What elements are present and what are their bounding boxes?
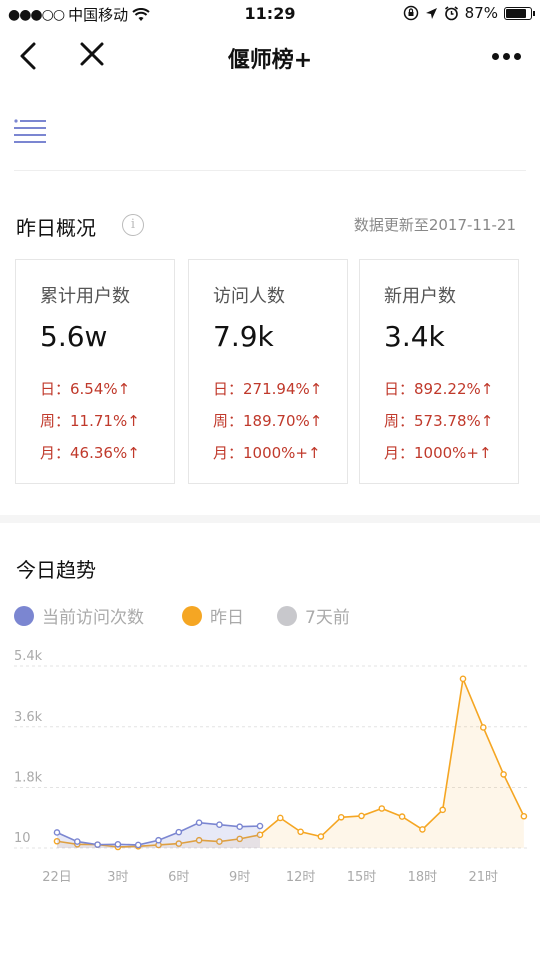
- section-gap: [0, 515, 540, 523]
- card-stat-week: 周：573.78%↑: [384, 412, 494, 430]
- data-point: [134, 841, 142, 849]
- nav-bar: 偃师榜+: [0, 28, 540, 84]
- card-stat-month: 月：46.36%↑: [40, 444, 140, 462]
- card-stat-month: 月：1000%+↑: [384, 444, 492, 462]
- legend-item-7days-ago[interactable]: 7天前: [277, 603, 350, 628]
- data-point: [337, 813, 345, 821]
- legend-label: 7天前: [305, 608, 350, 628]
- legend-dot-icon: [182, 605, 202, 626]
- more-dot-icon: [491, 52, 499, 60]
- stat-card-new-users[interactable]: 新用户数 3.4k 日：892.22%↑ 周：573.78%↑ 月：1000%+…: [359, 259, 519, 484]
- location-arrow-icon: [425, 7, 437, 19]
- menu-list-icon[interactable]: [14, 118, 46, 144]
- status-bar: ●●●○○ 中国移动 11:29 87%: [0, 0, 540, 28]
- card-value: 7.9k: [213, 320, 274, 353]
- update-date: 数据更新至2017-11-21: [353, 216, 516, 234]
- x-tick-label: 9时: [229, 870, 250, 885]
- battery-fill: [506, 8, 526, 18]
- data-point: [236, 823, 243, 831]
- data-point: [317, 833, 325, 840]
- data-point: [500, 771, 507, 778]
- data-point: [520, 812, 528, 820]
- y-tick-label: 3.6k: [14, 710, 43, 725]
- battery-percent: 87%: [464, 4, 498, 22]
- data-point: [53, 829, 61, 836]
- stat-card-total-users[interactable]: 累计用户数 5.6w 日：6.54%↑ 周：11.71%↑ 月：46.36%↑: [15, 259, 175, 484]
- stat-card-visitors[interactable]: 访问人数 7.9k 日：271.94%↑ 周：189.70%↑ 月：1000%+…: [188, 259, 348, 484]
- legend-item-current[interactable]: 当前访问次数: [14, 603, 144, 628]
- overview-title: 昨日概况: [16, 216, 96, 240]
- card-stat-day: 日：6.54%↑: [40, 380, 131, 398]
- more-dot-icon: [513, 52, 521, 60]
- data-point: [195, 819, 203, 826]
- card-label: 访问人数: [213, 286, 285, 307]
- x-tick-label: 21时: [469, 870, 499, 885]
- legend-dot-icon: [277, 605, 297, 626]
- data-point: [398, 813, 406, 820]
- data-point: [256, 822, 264, 830]
- card-stat-week: 周：189.70%↑: [213, 412, 323, 430]
- x-tick-label: 12时: [286, 870, 316, 885]
- more-menu-button[interactable]: [486, 42, 526, 70]
- data-point: [419, 826, 426, 833]
- data-point: [114, 840, 122, 848]
- card-value: 3.4k: [384, 320, 445, 353]
- legend-dot-icon: [14, 605, 34, 626]
- data-point: [439, 806, 447, 814]
- data-point: [378, 805, 386, 812]
- legend-label: 当前访问次数: [42, 608, 144, 628]
- card-label: 新用户数: [384, 286, 456, 307]
- data-point: [479, 724, 487, 731]
- y-tick-label: 10: [14, 831, 31, 846]
- data-point: [358, 812, 365, 820]
- card-value: 5.6w: [40, 320, 108, 353]
- x-tick-label: 6时: [168, 870, 189, 885]
- series-area: [57, 678, 524, 848]
- data-point: [155, 836, 162, 844]
- card-stat-month: 月：1000%+↑: [213, 444, 321, 462]
- x-tick-label: 15时: [347, 870, 377, 885]
- data-point: [74, 838, 81, 845]
- status-right: 87%: [403, 4, 535, 22]
- card-label: 累计用户数: [40, 286, 130, 307]
- page-title: 偃师榜+: [227, 48, 313, 73]
- y-tick-label: 5.4k: [14, 649, 43, 664]
- data-point: [297, 828, 304, 836]
- data-point: [459, 675, 467, 683]
- rotation-lock-icon: [403, 5, 418, 21]
- data-point: [175, 828, 183, 836]
- legend-label: 昨日: [210, 608, 244, 628]
- data-point: [216, 821, 223, 829]
- battery-icon: [504, 6, 535, 20]
- trend-chart: 5.4k 3.6k 1.8k 10 22日 3时 6时 9时 12时 15时 18时 21时: [14, 649, 528, 885]
- legend-item-yesterday[interactable]: 昨日: [182, 603, 244, 628]
- more-dot-icon: [502, 52, 510, 60]
- x-tick-label: 3时: [107, 870, 128, 885]
- card-stat-day: 日：892.22%↑: [384, 380, 494, 398]
- data-point: [94, 841, 101, 848]
- alarm-icon: [444, 5, 458, 20]
- x-tick-label: 22日: [42, 870, 72, 885]
- x-tick-label: 18时: [408, 870, 438, 885]
- y-tick-label: 1.8k: [14, 771, 43, 786]
- card-stat-day: 日：271.94%↑: [213, 380, 323, 398]
- trend-title: 今日趋势: [16, 558, 96, 582]
- info-icon[interactable]: i: [122, 214, 144, 236]
- divider: [14, 170, 526, 171]
- data-point: [276, 814, 284, 822]
- card-stat-week: 周：11.71%↑: [40, 412, 140, 430]
